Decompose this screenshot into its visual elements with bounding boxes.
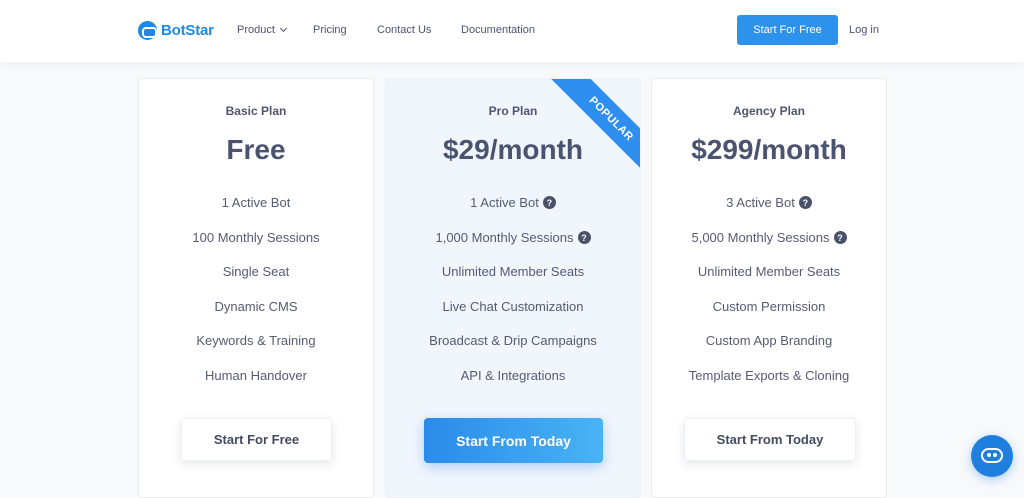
plan-feature: Unlimited Member Seats xyxy=(441,264,585,279)
nav-product-label: Product xyxy=(237,24,275,36)
chevron-down-icon xyxy=(279,24,287,33)
plan-name: Agency Plan xyxy=(732,104,806,118)
plan-feature: 100 Monthly Sessions xyxy=(192,230,320,245)
plan-name: Basic Plan xyxy=(225,104,287,118)
plan-feature: API & Integrations xyxy=(460,368,566,383)
brand-logo[interactable]: BotStar xyxy=(138,20,214,40)
nav-documentation[interactable]: Documentation xyxy=(461,24,535,36)
nav-contact-us[interactable]: Contact Us xyxy=(377,24,431,36)
plan-price: $299/month xyxy=(691,134,847,165)
help-icon[interactable]: ? xyxy=(798,196,812,209)
plan-name: Pro Plan xyxy=(488,104,538,118)
plan-feature: 1 Active Bot ? xyxy=(386,195,640,210)
plan-feature: 1,000 Monthly Sessions ? xyxy=(386,230,640,245)
plan-feature: Keywords & Training xyxy=(196,333,316,348)
plan-feature: Live Chat Customization xyxy=(442,299,584,314)
plan-feature: Template Exports & Cloning xyxy=(688,368,850,383)
plan-feature: Single Seat xyxy=(222,264,290,279)
plan-feature: 5,000 Monthly Sessions ? xyxy=(652,230,886,245)
help-icon[interactable]: ? xyxy=(833,231,847,244)
plan-feature: Unlimited Member Seats xyxy=(697,264,841,279)
start-from-today-button[interactable]: Start From Today xyxy=(684,418,856,461)
help-icon[interactable]: ? xyxy=(542,196,556,209)
pricing-card-basic: Basic Plan Free 1 Active Bot 100 Monthly… xyxy=(138,78,374,498)
plan-feature: Custom Permission xyxy=(712,299,826,314)
nav-product-dropdown[interactable]: Product xyxy=(237,24,287,36)
pricing-card-agency: Agency Plan $299/month 3 Active Bot ? 5,… xyxy=(651,78,887,498)
help-icon[interactable]: ? xyxy=(577,231,591,244)
start-for-free-header-button[interactable]: Start For Free xyxy=(737,15,838,45)
top-navigation-bar: BotStar Product Pricing Contact Us Docum… xyxy=(0,0,1024,62)
plan-feature: Custom App Branding xyxy=(705,333,833,348)
start-for-free-button[interactable]: Start For Free xyxy=(181,418,332,461)
popular-ribbon: POPULAR xyxy=(531,79,640,188)
chat-widget-button[interactable] xyxy=(971,435,1013,477)
plan-price: Free xyxy=(226,134,286,165)
plan-price: $29/month xyxy=(442,134,584,165)
nav-pricing[interactable]: Pricing xyxy=(313,24,347,36)
plan-feature: 3 Active Bot ? xyxy=(652,195,886,210)
botstar-logo-icon xyxy=(138,20,157,40)
popular-badge: POPULAR xyxy=(548,79,640,182)
pricing-card-pro: POPULAR Pro Plan $29/month 1 Active Bot … xyxy=(385,78,641,498)
plan-feature: 1 Active Bot xyxy=(221,195,291,210)
chat-bot-icon xyxy=(981,448,1003,463)
start-from-today-button[interactable]: Start From Today xyxy=(424,418,603,463)
log-in-link[interactable]: Log in xyxy=(849,24,879,36)
plan-feature: Human Handover xyxy=(205,368,307,383)
plan-feature: Dynamic CMS xyxy=(214,299,298,314)
plan-feature: Broadcast & Drip Campaigns xyxy=(429,333,597,348)
brand-name: BotStar xyxy=(161,21,214,39)
